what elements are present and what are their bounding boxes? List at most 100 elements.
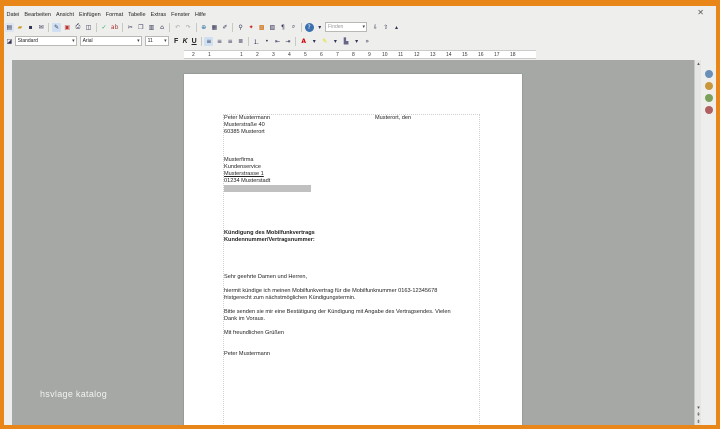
- separator: [295, 36, 297, 46]
- open-icon[interactable]: ▰: [15, 23, 24, 32]
- previous-page-icon[interactable]: ⇞: [695, 412, 702, 418]
- table-icon[interactable]: ▦: [210, 23, 219, 32]
- styles-icon[interactable]: ◪: [5, 37, 14, 46]
- sender-city: 60385 Musterort: [224, 129, 265, 135]
- ruler-tick: 8: [352, 52, 355, 58]
- menu-fenster[interactable]: Fenster: [169, 10, 193, 20]
- sender-place-date: Musterort, den: [375, 115, 412, 121]
- find-dropdown-icon[interactable]: ▾: [363, 23, 366, 31]
- align-left-icon[interactable]: ≡: [204, 36, 214, 46]
- email-icon[interactable]: ✉: [37, 23, 46, 32]
- underline-button[interactable]: U: [190, 38, 199, 45]
- properties-icon[interactable]: [705, 70, 713, 78]
- scroll-down-icon[interactable]: ▾: [695, 405, 702, 411]
- spellcheck-icon[interactable]: ✓: [100, 23, 109, 32]
- whats-this-icon[interactable]: ▾: [315, 23, 324, 32]
- separator: [232, 22, 234, 32]
- paste-icon[interactable]: ▥: [147, 23, 156, 32]
- menu-hilfe[interactable]: Hilfe: [192, 10, 208, 20]
- window-close-icon[interactable]: ✕: [697, 8, 704, 17]
- document-workarea[interactable]: Peter Mustermann Musterort, den Musterst…: [12, 60, 694, 425]
- find-options-icon[interactable]: ▴: [392, 23, 401, 32]
- decrease-indent-icon[interactable]: ⇤: [273, 37, 282, 46]
- vertical-scrollbar[interactable]: ▴ ▾ ⇞ ⇟: [694, 60, 701, 425]
- ruler-tick: 10: [382, 52, 388, 58]
- navigator-icon[interactable]: [705, 106, 713, 114]
- background-color-icon[interactable]: ▙: [342, 37, 351, 46]
- menu-extras[interactable]: Extras: [148, 10, 169, 20]
- ruler-tick: 2: [256, 52, 259, 58]
- text-boundary: [223, 114, 480, 425]
- new-document-icon[interactable]: ▤: [4, 22, 14, 32]
- italic-button[interactable]: K: [181, 38, 190, 45]
- align-center-icon[interactable]: ≡: [215, 37, 224, 46]
- chevron-down-icon[interactable]: ▾: [72, 37, 75, 45]
- find-replace-icon[interactable]: ⚲: [236, 23, 245, 32]
- data-sources-icon[interactable]: ▧: [268, 23, 277, 32]
- menu-ansicht[interactable]: Ansicht: [53, 10, 76, 20]
- chevron-down-icon[interactable]: ▾: [331, 37, 340, 46]
- bold-button[interactable]: F: [172, 38, 181, 45]
- font-color-icon[interactable]: A: [299, 37, 308, 46]
- copy-icon[interactable]: ❐: [136, 23, 145, 32]
- menu-bearbeiten[interactable]: Bearbeiten: [22, 10, 54, 20]
- font-name-select[interactable]: Arial ▾: [79, 36, 142, 46]
- closing: Mit freundlichen Grüßen: [224, 330, 285, 336]
- chevron-down-icon[interactable]: ▾: [137, 37, 140, 45]
- ruler-tick: 4: [288, 52, 291, 58]
- zoom-icon[interactable]: ⌕: [289, 23, 298, 32]
- gallery-icon[interactable]: [705, 94, 713, 102]
- save-icon[interactable]: ▪: [26, 23, 35, 32]
- menu-tabelle[interactable]: Tabelle: [126, 10, 148, 20]
- body-paragraph-2-line-1: Bitte senden sie mir eine Bestätigung de…: [224, 309, 451, 315]
- body-paragraph-1-line-2: fristgerecht zum nächstmöglichen Kündigu…: [224, 295, 356, 301]
- justify-icon[interactable]: ≣: [236, 37, 245, 46]
- paragraph-style-select[interactable]: Standard ▾: [14, 36, 77, 46]
- numbering-icon[interactable]: ⒈: [252, 37, 261, 46]
- menu-datei[interactable]: Datei: [4, 10, 22, 20]
- formatting-toolbar: ◪ Standard ▾ Arial ▾ 11 ▾ F K U ≡ ≡ ≡ ≣ …: [4, 35, 716, 47]
- styles-icon[interactable]: [705, 82, 713, 90]
- document-page[interactable]: Peter Mustermann Musterort, den Musterst…: [184, 74, 522, 425]
- print-preview-icon[interactable]: ◫: [84, 23, 93, 32]
- separator: [48, 22, 50, 32]
- chevron-down-icon[interactable]: ▾: [164, 37, 167, 45]
- menu-bar: Datei Bearbeiten Ansicht Einfügen Format…: [4, 10, 208, 20]
- align-right-icon[interactable]: ≡: [226, 37, 235, 46]
- undo-icon[interactable]: ↶: [173, 23, 182, 32]
- chevron-down-icon[interactable]: ▾: [352, 37, 361, 46]
- bullets-icon[interactable]: •: [262, 37, 271, 46]
- scroll-up-icon[interactable]: ▴: [695, 61, 702, 67]
- navigator-icon[interactable]: ✦: [247, 23, 256, 32]
- find-input[interactable]: Finden ▾: [325, 22, 368, 32]
- separator: [121, 22, 123, 32]
- recipient-street: Musterstrasse 1: [224, 171, 264, 177]
- nonprinting-chars-icon[interactable]: ¶: [278, 23, 287, 32]
- menu-format[interactable]: Format: [103, 10, 125, 20]
- chevron-down-icon[interactable]: ▾: [310, 37, 319, 46]
- horizontal-ruler[interactable]: 2 1 1 2 3 4 5 6 7 8 9 10 11 12 13 14 15 …: [184, 50, 536, 59]
- find-next-icon[interactable]: ⇩: [371, 23, 380, 32]
- increase-indent-icon[interactable]: ⇥: [284, 37, 293, 46]
- menu-einfuegen[interactable]: Einfügen: [77, 10, 104, 20]
- signature: Peter Mustermann: [224, 351, 271, 357]
- font-size-select[interactable]: 11 ▾: [144, 36, 169, 46]
- find-previous-icon[interactable]: ⇧: [381, 23, 390, 32]
- cut-icon[interactable]: ✂: [126, 23, 135, 32]
- help-icon[interactable]: ?: [304, 22, 314, 32]
- toolbar-options-icon[interactable]: »: [363, 37, 372, 46]
- draw-functions-icon[interactable]: ✐: [220, 23, 229, 32]
- clone-format-icon[interactable]: ⌂: [158, 23, 167, 32]
- ruler-tick: 1: [208, 52, 211, 58]
- separator: [95, 22, 97, 32]
- next-page-icon[interactable]: ⇟: [695, 419, 702, 425]
- date-field[interactable]: [224, 185, 311, 192]
- gallery-icon[interactable]: ▩: [257, 23, 266, 32]
- edit-mode-icon[interactable]: ✎: [52, 22, 62, 32]
- print-icon[interactable]: ⎙: [73, 23, 82, 32]
- redo-icon[interactable]: ↷: [184, 23, 193, 32]
- autospell-icon[interactable]: ab: [110, 23, 119, 32]
- highlighting-icon[interactable]: ✎: [320, 37, 329, 46]
- hyperlink-icon[interactable]: ⊕: [199, 23, 208, 32]
- pdf-export-icon[interactable]: ▣: [63, 23, 72, 32]
